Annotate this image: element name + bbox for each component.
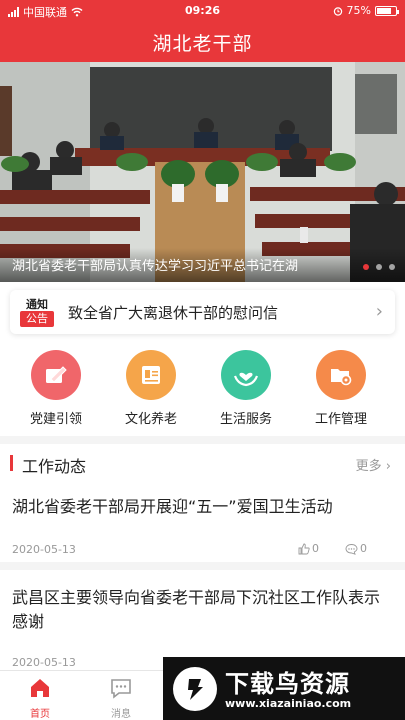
banner-caption: 湖北省委老干部局认真传达学习习近平总书记在湖 — [12, 259, 299, 274]
party-building-icon — [31, 350, 81, 400]
folder-gear-icon — [316, 350, 366, 400]
news-date: 2020-05-13 — [12, 656, 76, 669]
quick-entry-label: 文化养老 — [124, 412, 177, 427]
nav-item-messages[interactable]: 消息 — [91, 677, 151, 720]
quick-entry-label: 生活服务 — [219, 412, 272, 427]
nav-item-home[interactable]: 首页 — [10, 677, 70, 720]
thumbs-up-icon — [298, 543, 310, 554]
nav-label: 首页 — [30, 709, 50, 720]
more-link[interactable]: 更多 › — [356, 455, 391, 474]
quick-entry-work-management[interactable]: 工作管理 — [301, 350, 381, 427]
home-icon — [31, 679, 49, 697]
more-label: 更多 — [355, 459, 382, 474]
battery-icon — [375, 5, 399, 16]
carousel-dot[interactable] — [363, 264, 369, 270]
news-separator — [0, 562, 405, 570]
quick-entry-culture[interactable]: 文化养老 — [111, 350, 191, 427]
carousel-dots — [363, 264, 395, 270]
carousel-dot[interactable] — [389, 264, 395, 270]
nav-label: 消息 — [111, 709, 131, 720]
page-title: 湖北老干部 — [152, 33, 253, 55]
news-date: 2020-05-13 — [12, 543, 76, 556]
quick-entries: 党建引领 文化养老 生活服务 工作管理 — [0, 350, 405, 430]
quick-entry-label: 党建引领 — [29, 412, 82, 427]
culture-card-icon — [126, 350, 176, 400]
chevron-right-icon: › — [375, 301, 383, 322]
heart-hands-icon — [221, 350, 271, 400]
notice-badge: 通知 公告 — [18, 296, 56, 328]
watermark-logo — [173, 667, 217, 711]
notice-badge-bottom: 公告 — [20, 311, 54, 327]
chevron-right-icon: › — [385, 459, 391, 474]
status-bar: 中国联通 09:26 75% — [0, 0, 405, 22]
banner-carousel[interactable]: 湖北省委老干部局认真传达学习习近平总书记在湖 — [0, 62, 405, 282]
status-right: 75% — [333, 4, 399, 17]
news-title: 湖北省委老干部局开展迎“五一”爱国卫生活动 — [12, 497, 333, 516]
section-accent-bar — [10, 455, 13, 471]
notice-bar[interactable]: 通知 公告 致全省广大离退休干部的慰问信 › — [10, 290, 395, 334]
like-count-value: 0 — [312, 542, 319, 555]
message-icon — [111, 679, 131, 699]
watermark-title: 下载鸟资源 — [225, 670, 350, 698]
news-title: 武昌区主要领导向省委老干部局下沉社区工作队表示感谢 — [12, 588, 381, 631]
notice-text: 致全省广大离退休干部的慰问信 — [68, 304, 279, 322]
section-title: 工作动态 — [22, 457, 87, 476]
like-count[interactable]: 0 — [298, 542, 319, 555]
comment-icon — [345, 543, 358, 555]
notice-badge-top: 通知 — [26, 298, 48, 311]
watermark-url: www.xiazainiao.com — [225, 697, 352, 710]
carousel-dot[interactable] — [376, 264, 382, 270]
comment-count-value: 0 — [360, 542, 367, 555]
comment-count[interactable]: 0 — [345, 542, 367, 555]
app-header: 湖北老干部 — [0, 22, 405, 62]
quick-entry-life-service[interactable]: 生活服务 — [206, 350, 286, 427]
section-divider — [0, 436, 405, 444]
battery-percent: 75% — [346, 4, 371, 17]
alarm-icon — [333, 6, 342, 16]
quick-entry-party-building[interactable]: 党建引领 — [16, 350, 96, 427]
watermark: 下载鸟资源 www.xiazainiao.com — [163, 657, 405, 720]
quick-entry-label: 工作管理 — [314, 412, 367, 427]
